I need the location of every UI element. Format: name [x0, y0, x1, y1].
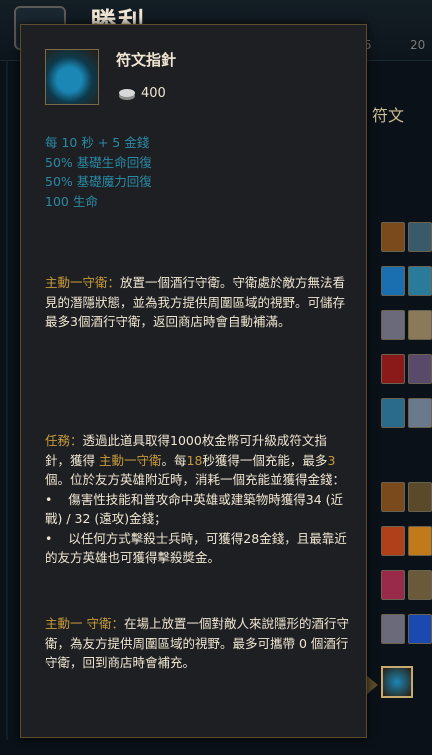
- gold-coin-icon: [119, 89, 135, 100]
- stat-fragment-right: 20: [410, 38, 426, 52]
- item-icon[interactable]: [408, 398, 432, 428]
- item-icon[interactable]: [408, 482, 432, 512]
- stat-line: 50% 基礎生命回復: [45, 154, 152, 170]
- item-icon[interactable]: [408, 266, 432, 296]
- item-cost: 400: [141, 86, 166, 101]
- item-stats: 每 10 秒 + 5 金錢 50% 基礎生命回復 50% 基礎魔力回復 100 …: [45, 133, 152, 211]
- active-label: 主動一守衛：: [45, 275, 121, 290]
- active2-description: 主動一 守衛：在場上放置一個對敵人來說隱形的酒行守衛，為友方提供周圍區域的視野。…: [45, 614, 350, 673]
- quest-seconds: 18: [186, 452, 203, 468]
- quest-max: 3: [327, 452, 336, 468]
- quest-bullet: • 傷害性技能和普攻命中英雄或建築物時獲得34 (近戰) / 32 (遠攻)金錢…: [45, 491, 344, 527]
- quest-label: 任務：: [45, 433, 83, 448]
- item-icon[interactable]: [408, 614, 432, 644]
- item-icon[interactable]: [408, 526, 432, 556]
- quest-text-c: 秒獲得一個充能，最多: [202, 452, 328, 468]
- active-description: 主動一守衛：放置一個酒行守衛。守衛處於敵方無法看見的潛隱狀態，並為我方提供周圍區…: [45, 273, 350, 332]
- tooltip-pointer: [366, 675, 378, 695]
- item-icon[interactable]: [381, 570, 405, 600]
- side-line: [6, 60, 8, 740]
- item-icon[interactable]: [408, 570, 432, 600]
- item-icon[interactable]: [381, 354, 405, 384]
- item-tooltip: 符文指針 400 每 10 秒 + 5 金錢 50% 基礎生命回復 50% 基礎…: [20, 24, 367, 738]
- item-icon[interactable]: [408, 354, 432, 384]
- item-row: [381, 222, 432, 266]
- item-art-icon: [45, 49, 99, 105]
- stat-line: 每 10 秒 + 5 金錢: [45, 135, 150, 150]
- item-icon[interactable]: [408, 222, 432, 252]
- item-row: [381, 614, 432, 658]
- quest-text-b: 。每: [161, 452, 187, 468]
- item-row: [381, 526, 432, 570]
- stat-line: 100 生命: [45, 193, 98, 209]
- item-icon[interactable]: [381, 266, 405, 296]
- bullet-text: 以任何方式擊殺士兵時，可獲得28金錢，且最靠近的友方英雄也可獲得擊殺獎金。: [45, 530, 347, 566]
- quest-text-d: 個。位於友方英雄附近時，消耗一個充能並獲得金錢：: [45, 472, 346, 487]
- item-row: [381, 354, 432, 398]
- item-icon[interactable]: [381, 310, 405, 340]
- item-row: [381, 482, 432, 526]
- item-row: [381, 570, 432, 614]
- item-icon[interactable]: [381, 526, 405, 556]
- item-row: [381, 266, 432, 310]
- stat-line: 50% 基礎魔力回復: [45, 174, 152, 189]
- selected-item-icon[interactable]: [381, 666, 413, 698]
- bullet-text: 傷害性技能和普攻命中英雄或建築物時獲得34 (近戰) / 32 (遠攻)金錢；: [45, 491, 344, 527]
- quest-description: 任務：透過此道具取得1000枚金幣可升級成符文指針，獲得 主動一守衛。每18秒獲…: [45, 431, 350, 568]
- item-icon[interactable]: [381, 398, 405, 428]
- upgrade-name: 主動一守衛: [98, 452, 162, 468]
- item-icon[interactable]: [381, 482, 405, 512]
- item-column: [381, 222, 432, 658]
- item-row: [381, 310, 432, 354]
- item-icon[interactable]: [408, 310, 432, 340]
- item-icon[interactable]: [381, 222, 405, 252]
- quest-bullet: • 以任何方式擊殺士兵時，可獲得28金錢，且最靠近的友方英雄也可獲得擊殺獎金。: [45, 530, 347, 566]
- section-label: 符文: [372, 106, 405, 125]
- item-name: 符文指針: [116, 51, 177, 69]
- item-row: [381, 398, 432, 442]
- item-icon[interactable]: [381, 614, 405, 644]
- active2-label: 主動一 守衛：: [45, 616, 124, 631]
